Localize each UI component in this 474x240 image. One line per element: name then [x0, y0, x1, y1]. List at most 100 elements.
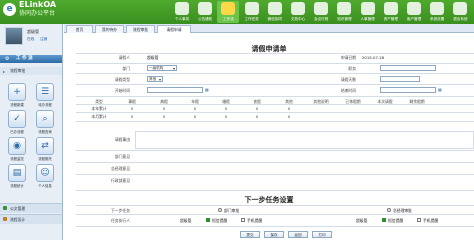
mobile-label-right: 手机提醒: [423, 218, 439, 223]
nav-item-6[interactable]: 文档中心: [287, 1, 309, 23]
mobile-checkbox-right[interactable]: [417, 218, 421, 222]
sidebar-app-icon: +: [8, 83, 26, 101]
nav-item-8[interactable]: 知识管理: [333, 1, 355, 23]
nav-item-label: 微信协同: [267, 17, 282, 21]
sidebar-app-2[interactable]: ☰ 待办流程: [36, 83, 54, 107]
save-button[interactable]: 保存: [264, 231, 284, 238]
table-cell: 0: [193, 114, 197, 119]
sms-checkbox-left[interactable]: [206, 218, 210, 222]
handler-left-name: 超级管: [180, 218, 192, 223]
dept-label: 部门: [122, 66, 130, 71]
calendar-icon[interactable]: ▦: [205, 87, 209, 92]
tab-2[interactable]: 我的待办: [95, 25, 124, 33]
design-icon: [3, 217, 7, 221]
sidebar-app-5[interactable]: ◉ 流程监控: [8, 137, 26, 161]
sidebar-app-icon: ✓: [8, 110, 26, 128]
nav-item-label: 客户管理: [406, 17, 422, 21]
next-task-title: 下一步任务设置: [244, 196, 294, 204]
nav-item-5[interactable]: 微信协同: [264, 1, 286, 23]
submit-button[interactable]: 提交: [240, 231, 260, 238]
leave-days-label: 请假天数: [340, 77, 356, 82]
sidebar-app-icon: ☺: [36, 164, 54, 182]
app-title: ELinkOA: [19, 0, 57, 9]
calendar-icon[interactable]: ▦: [438, 87, 442, 92]
apply-date-label: 申请日期: [340, 55, 356, 60]
nav-item-9[interactable]: 人事管理: [357, 1, 379, 23]
sidebar-item-document[interactable]: 公文管理: [0, 203, 62, 213]
sidebar-app-1[interactable]: + 流程新建: [8, 83, 26, 107]
tab-3[interactable]: 流程审批: [126, 25, 155, 33]
reason-label: 请假事由: [114, 137, 130, 142]
back-button[interactable]: 返回: [288, 231, 308, 238]
sidebar-app-4[interactable]: ⌕ 流程查询: [36, 110, 54, 134]
leave-type-select[interactable]: 其他: [147, 76, 163, 82]
table-cell: 0: [130, 114, 134, 119]
task-option-radio-2[interactable]: [387, 208, 391, 212]
start-time-label: 开始时间: [114, 88, 130, 93]
print-button[interactable]: 打印: [312, 231, 332, 238]
apply-date-value: 2015-07-28: [362, 55, 385, 60]
knowledge-icon: [337, 2, 352, 15]
sidebar-app-icon: ⌕: [36, 110, 54, 128]
tab-4[interactable]: 请假申请: [157, 25, 191, 33]
end-time-input[interactable]: [380, 87, 436, 93]
reason-textarea[interactable]: [135, 131, 474, 149]
opinion-label-2: 总经理意见: [111, 166, 130, 171]
sidebar-app-label: 流程新建: [10, 103, 24, 107]
workflow-icon: [221, 2, 236, 15]
applicant-label: 请假人: [118, 55, 130, 60]
customer-icon: [407, 2, 421, 15]
dept-select[interactable]: 一级机构: [147, 65, 177, 71]
online-status-link[interactable]: 在线: [27, 37, 34, 42]
sms-checkbox-right[interactable]: [382, 218, 386, 222]
start-time-input[interactable]: [147, 87, 203, 93]
row-divider: [76, 150, 474, 151]
wechat-icon: [267, 2, 282, 15]
nav-item-3[interactable]: 工作流: [217, 1, 240, 23]
sidebar-app-6[interactable]: ⇄ 流程委托: [36, 137, 54, 161]
notice-icon: [198, 2, 213, 15]
table-cell: 0: [162, 114, 166, 119]
sms-label-right: 短信提醒: [388, 218, 404, 223]
end-time-label: 结束时间: [340, 88, 356, 93]
logout-link[interactable]: 注销: [40, 37, 47, 42]
table-cell: 0: [287, 106, 291, 111]
tab-1[interactable]: 首页: [66, 25, 93, 33]
sidebar-app-3[interactable]: ✓ 已办流程: [8, 110, 26, 134]
sidebar-app-label: 流程查询: [38, 130, 52, 134]
nav-item-label: 人事管理: [360, 17, 375, 21]
leave-days-input[interactable]: [380, 76, 420, 82]
position-input[interactable]: [380, 65, 436, 71]
task-icon: [244, 2, 259, 15]
nav-item-12[interactable]: 系统设置: [426, 1, 448, 23]
mobile-checkbox-left[interactable]: [241, 218, 245, 222]
nav-item-label: 工作任务: [244, 17, 259, 21]
sidebar-app-label: 流程委托: [38, 157, 52, 161]
nav-item-10[interactable]: 资产管理: [380, 1, 402, 23]
nav-item-11[interactable]: 客户管理: [403, 1, 425, 23]
table-cell: 0: [162, 106, 166, 111]
sidebar-app-8[interactable]: ☺ 个人信息: [36, 164, 54, 188]
nav-item-4[interactable]: 工作任务: [241, 1, 263, 23]
position-label: 职务: [348, 66, 356, 71]
task-option-radio-1[interactable]: [218, 208, 222, 212]
sidebar-item-flow-design[interactable]: 流程设计: [0, 214, 62, 224]
handler-right-name: 超级管: [356, 218, 368, 223]
table-cell: 0: [224, 114, 228, 119]
sidebar-section-header[interactable]: 流程审批: [0, 67, 62, 75]
avatar: [5, 27, 23, 45]
sidebar-app-7[interactable]: ▤ 流程统计: [8, 164, 26, 188]
table-cell: 0: [130, 106, 134, 111]
opinion-label-3: 行政部意见: [111, 178, 130, 183]
nav-item-label: 文档中心: [290, 17, 306, 21]
nav-item-7[interactable]: 会议行程: [310, 1, 332, 23]
app-subtitle: 协同办公平台: [19, 10, 56, 17]
table-cell: 0: [287, 114, 291, 119]
nav-item-1[interactable]: 个人事务: [171, 1, 193, 23]
nav-item-2[interactable]: 公告通知: [194, 1, 216, 23]
opinion-label-1: 部门意见: [114, 154, 130, 159]
sidebar-app-label: 个人信息: [38, 184, 52, 188]
settings-icon: [430, 2, 445, 15]
logo-icon: e: [3, 3, 16, 16]
nav-item-13[interactable]: 退出系统: [449, 1, 471, 23]
